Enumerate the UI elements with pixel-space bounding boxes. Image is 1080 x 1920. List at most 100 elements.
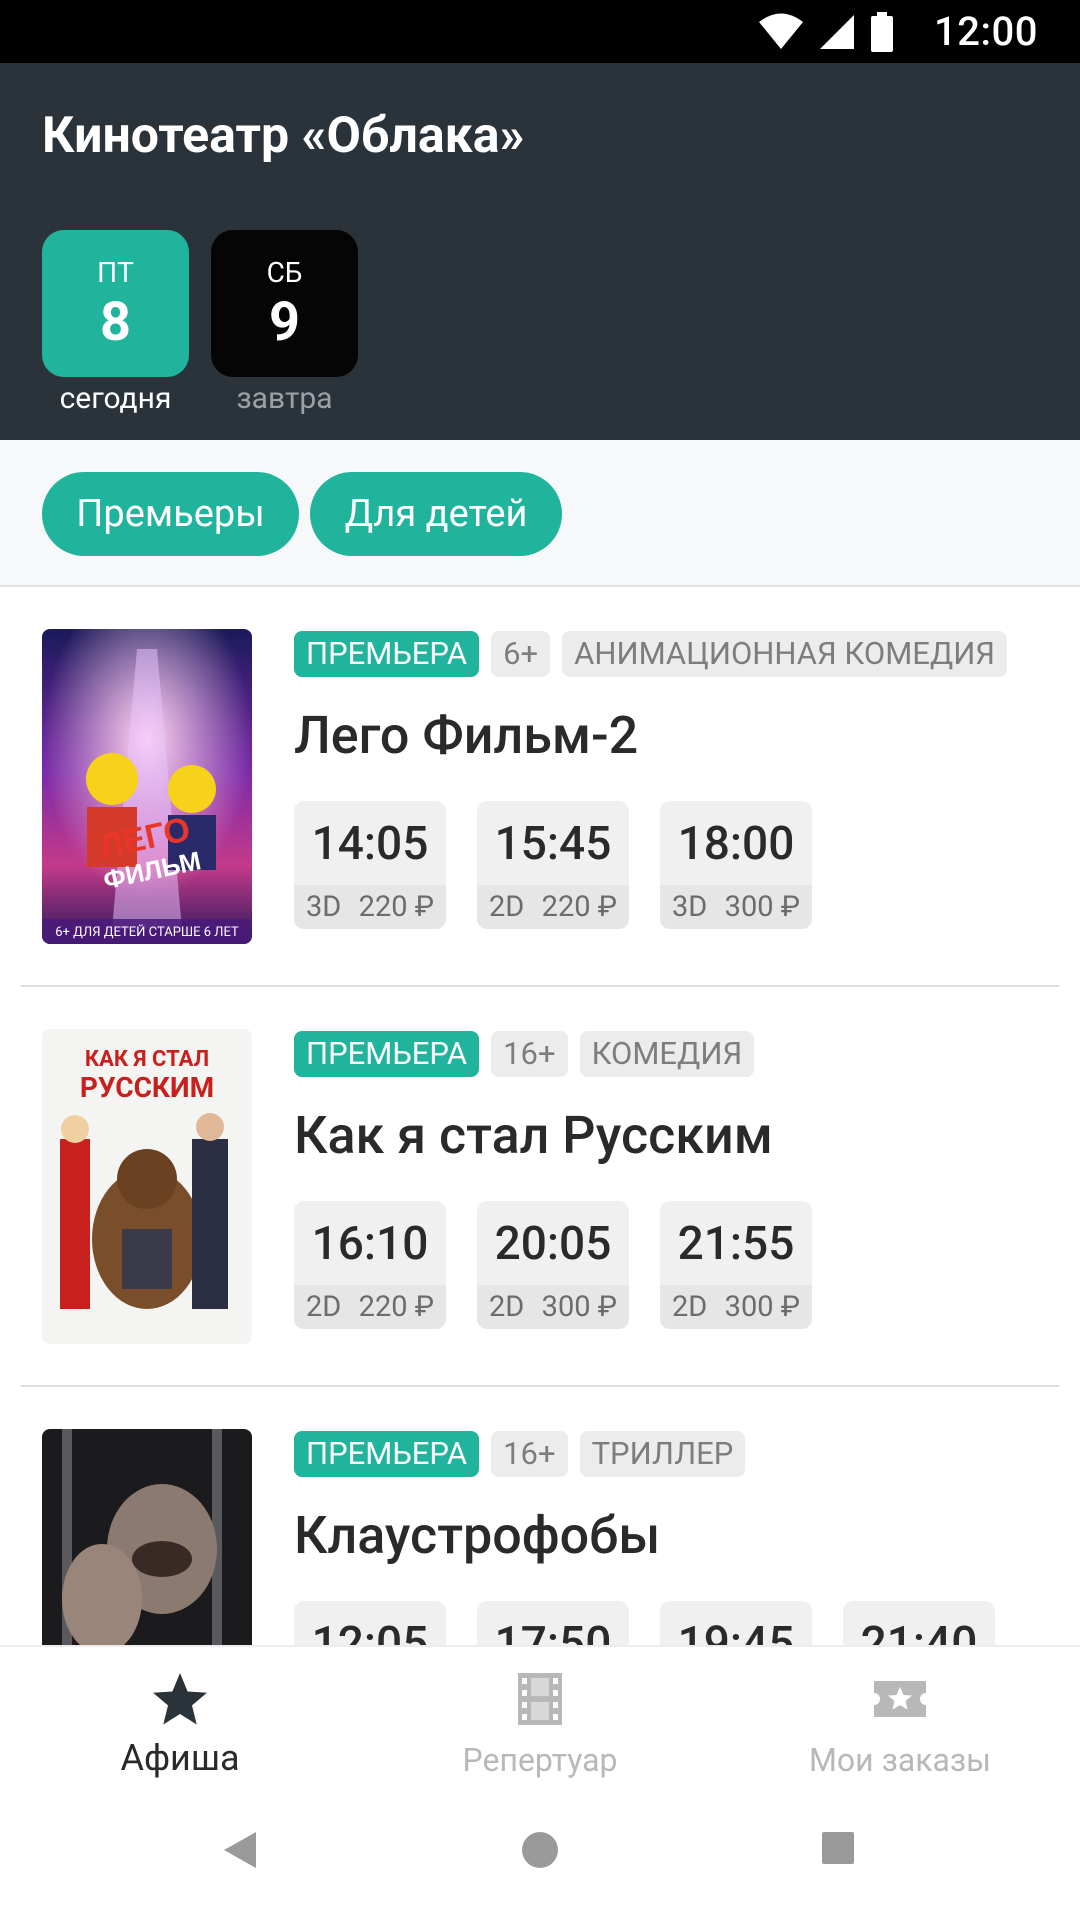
showtime-time: 14:05 [311,817,429,871]
filter-chip-kids[interactable]: Для детей [310,472,562,556]
poster-caption: 6+ ДЛЯ ДЕТЕЙ СТАРШЕ 6 ЛЕТ [55,925,239,940]
home-icon[interactable] [520,1830,560,1870]
movie-poster[interactable]: ЛЕГО ФИЛЬМ 6+ ДЛЯ ДЕТЕЙ СТАРШЕ 6 ЛЕТ [42,629,252,944]
showtime-button[interactable]: 14:05 3D 220 ₽ [294,801,446,929]
filter-chip-premieres[interactable]: Премьеры [42,472,299,556]
cinema-header: Кинотеатр «Облака» ПТ 8 сегодня СБ 9 зав… [0,63,1080,440]
showtime-time: 21:40 [860,1617,978,1645]
nav-label: Репертуар [462,1741,618,1779]
date-caption-today: сегодня [59,381,172,416]
filter-bar: Премьеры Для детей [0,440,1080,587]
showtime-meta: 2D 300 ₽ [477,1285,629,1329]
showtime-button[interactable]: 15:45 2D 220 ₽ [477,801,629,929]
status-icons [758,12,894,52]
showtime-time: 19:45 [677,1617,795,1645]
movie-poster[interactable]: КАК Я СТАЛ РУССКИМ [42,1029,252,1344]
status-time: 12:00 [934,8,1038,55]
showtime-meta: 2D 300 ₽ [660,1285,812,1329]
recents-icon[interactable] [820,1830,856,1866]
movie-poster[interactable] [42,1429,252,1645]
poster-image: ЛЕГО ФИЛЬМ [42,629,252,944]
showtimes-list: 12:05 17:50 19:45 21:40 [294,1601,995,1645]
showtime-button[interactable]: 18:00 3D 300 ₽ [660,801,812,929]
nav-tab-my-orders[interactable]: Мои заказы [720,1647,1080,1792]
movie-title[interactable]: Клаустрофобы [294,1505,660,1566]
showtime-meta: 2D 220 ₽ [294,1285,446,1329]
showtime-meta: 3D 220 ₽ [294,885,446,929]
showtime-time: 21:55 [677,1217,795,1271]
showtime-price: 220 ₽ [358,1290,434,1324]
film-icon [518,1673,562,1725]
nav-label: Мои заказы [808,1741,992,1779]
date-card-today[interactable]: ПТ 8 [42,230,189,377]
nav-label: Афиша [120,1737,240,1779]
genre-badge: КОМЕДИЯ [579,1031,755,1077]
date-day-of-week: ПТ [97,256,134,289]
showtime-format: 2D [489,1290,525,1324]
showtime-format: 3D [672,890,708,924]
showtime-button[interactable]: 17:50 [477,1601,629,1645]
showtime-button[interactable]: 16:10 2D 220 ₽ [294,1201,446,1329]
date-day-number: 9 [269,291,300,354]
poster-title-line2: РУССКИМ [79,1071,215,1104]
showtime-time: 15:45 [494,817,612,871]
page-title: Кинотеатр «Облака» [42,107,525,165]
showtime-format: 2D [306,1290,342,1324]
bottom-navigation: Афиша Репертуар Мои заказы [0,1645,1080,1790]
showtime-time: 16:10 [311,1217,429,1271]
showtimes-list: 14:05 3D 220 ₽ 15:45 2D 220 ₽ 18:00 3D 300 … [294,801,812,929]
movie-tags: ПРЕМЬЕРА 16+ КОМЕДИЯ [294,1031,755,1077]
battery-icon [871,12,893,52]
premiere-badge: ПРЕМЬЕРА [294,1031,480,1077]
showtime-button[interactable]: 12:05 [294,1601,446,1645]
movie-title[interactable]: Как я стал Русским [294,1105,773,1166]
showtimes-list: 16:10 2D 220 ₽ 20:05 2D 300 ₽ 21:55 2D 300 … [294,1201,812,1329]
showtime-time: 18:00 [677,817,795,871]
wifi-icon [759,13,803,49]
showtime-time: 12:05 [311,1617,429,1645]
showtime-price: 220 ₽ [541,890,617,924]
genre-badge: АНИМАЦИОННАЯ КОМЕДИЯ [562,631,1008,677]
age-rating-badge: 16+ [491,1031,568,1077]
date-day-of-week: СБ [266,256,303,289]
date-day-number: 8 [100,291,131,354]
cellular-signal-icon [820,15,854,49]
movie-card[interactable]: КАК Я СТАЛ РУССКИМ ПРЕМЬЕРА 16+ КОМЕДИЯ … [0,987,1080,1387]
movie-card[interactable]: ЛЕГО ФИЛЬМ 6+ ДЛЯ ДЕТЕЙ СТАРШЕ 6 ЛЕТ ПРЕ… [0,587,1080,987]
genre-badge: ТРИЛЛЕР [579,1431,746,1477]
movie-tags: ПРЕМЬЕРА 6+ АНИМАЦИОННАЯ КОМЕДИЯ [294,631,1008,677]
back-icon[interactable] [222,1830,258,1870]
star-icon [153,1673,207,1725]
age-rating-badge: 16+ [491,1431,568,1477]
date-card-tomorrow[interactable]: СБ 9 [211,230,358,377]
nav-tab-afisha[interactable]: Афиша [0,1647,360,1792]
date-caption-tomorrow: завтра [236,381,333,416]
showtime-price: 300 ₽ [724,890,800,924]
premiere-badge: ПРЕМЬЕРА [294,631,480,677]
showtime-button[interactable]: 21:55 2D 300 ₽ [660,1201,812,1329]
movie-tags: ПРЕМЬЕРА 16+ ТРИЛЛЕР [294,1431,746,1477]
showtime-price: 220 ₽ [358,890,434,924]
age-rating-badge: 6+ [491,631,551,677]
poster-title-line1: КАК Я СТАЛ [84,1047,210,1072]
showtime-meta: 2D 220 ₽ [477,885,629,929]
movie-title[interactable]: Лего Фильм-2 [294,705,638,766]
nav-tab-repertoire[interactable]: Репертуар [360,1647,720,1792]
showtime-format: 2D [672,1290,708,1324]
showtime-price: 300 ₽ [724,1290,800,1324]
system-navigation-bar [0,1790,1080,1920]
movie-card[interactable]: ПРЕМЬЕРА 16+ ТРИЛЛЕР Клаустрофобы 12:05 … [0,1387,1080,1645]
showtime-format: 2D [489,890,525,924]
showtime-time: 17:50 [494,1617,612,1645]
showtime-format: 3D [306,890,342,924]
showtime-time: 20:05 [494,1217,612,1271]
showtime-meta: 3D 300 ₽ [660,885,812,929]
premiere-badge: ПРЕМЬЕРА [294,1431,480,1477]
showtime-button[interactable]: 20:05 2D 300 ₽ [477,1201,629,1329]
status-bar: 12:00 [0,0,1080,63]
ticket-icon [874,1681,926,1717]
poster-image [42,1429,252,1645]
showtime-button[interactable]: 21:40 [843,1601,995,1645]
showtime-button[interactable]: 19:45 [660,1601,812,1645]
showtime-price: 300 ₽ [541,1290,617,1324]
